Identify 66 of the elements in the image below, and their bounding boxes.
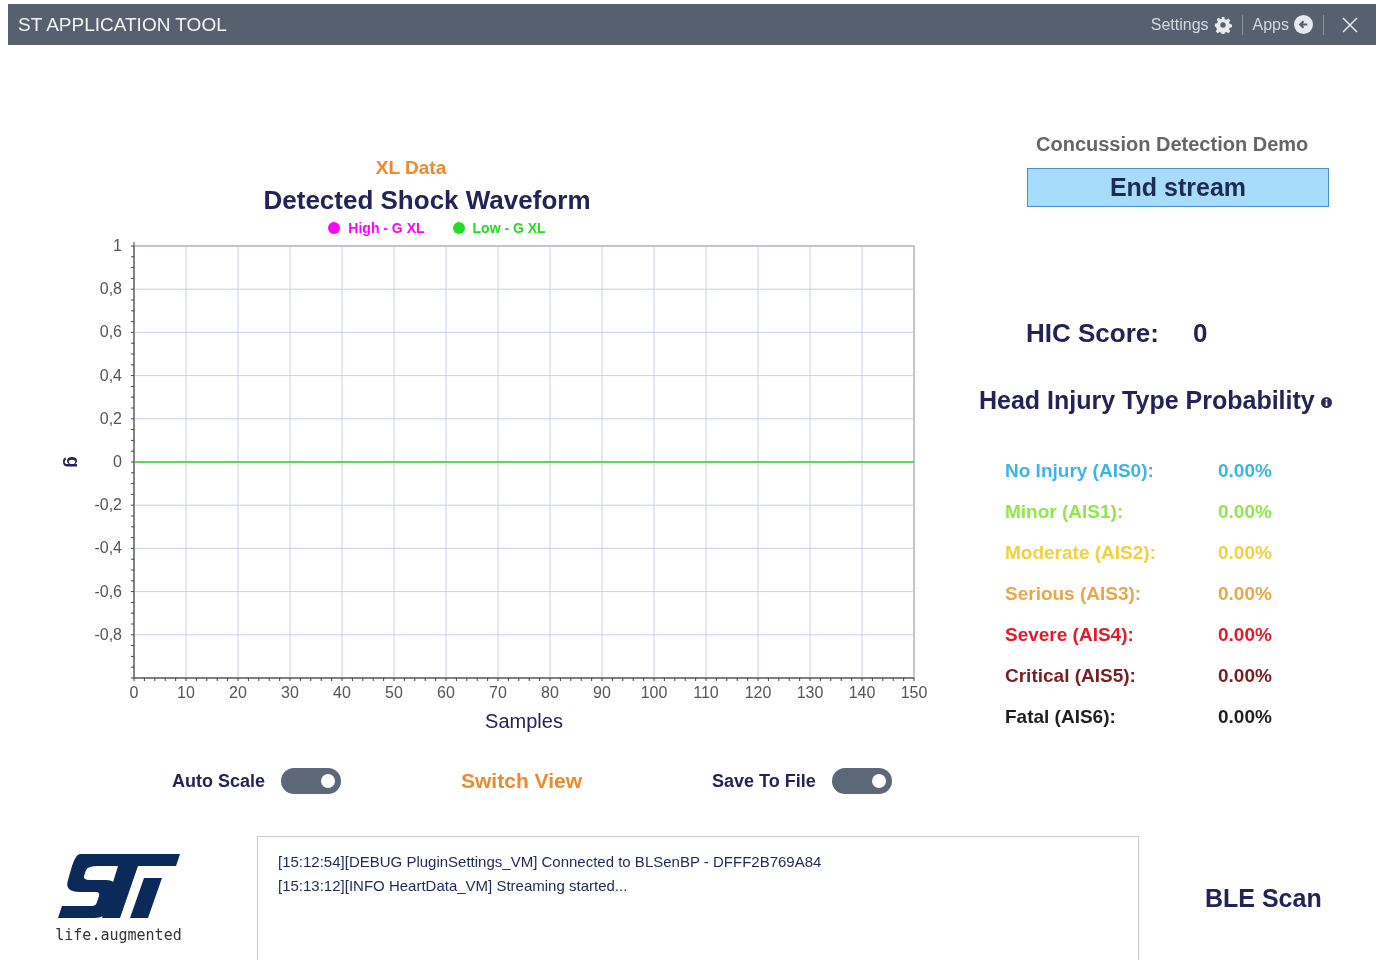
x-tick-label: 50 — [385, 684, 403, 701]
y-tick-label: -0,2 — [94, 496, 122, 514]
y-tick-label: 0,2 — [99, 409, 122, 427]
toggle-switch[interactable] — [281, 768, 342, 794]
y-tick-label: 0,4 — [99, 366, 122, 384]
chart-title: Detected Shock Waveform — [262, 185, 592, 216]
y-tick-label: 0,6 — [99, 323, 122, 341]
ble-scan-button[interactable]: BLE Scan — [1205, 884, 1322, 913]
x-tick-label: 150 — [900, 684, 928, 701]
x-tick-label: 20 — [229, 684, 247, 701]
injury-probability: 0.00% — [1218, 706, 1273, 728]
injury-label: Critical (AIS5): — [1005, 665, 1137, 687]
x-tick-label: 0 — [129, 684, 139, 701]
y-tick-label: -0,8 — [94, 625, 122, 643]
x-tick-label: 80 — [541, 684, 559, 701]
settings-button[interactable]: Settings — [1150, 15, 1232, 34]
y-tick-label: 0,8 — [99, 280, 122, 298]
injury-probability: 0.00% — [1218, 542, 1273, 564]
settings-icon — [1213, 15, 1232, 34]
y-tick-label: -0,6 — [94, 582, 122, 600]
st-logo-icon — [57, 854, 180, 920]
injury-label: Minor (AIS1): — [1005, 501, 1125, 523]
x-tick-label: 10 — [177, 684, 195, 701]
x-tick-label: 40 — [333, 684, 351, 701]
injury-label: Moderate (AIS2): — [1005, 542, 1157, 564]
injury-probability: 0.00% — [1218, 665, 1273, 687]
toggle-switch[interactable] — [831, 768, 892, 794]
x-tick-label: 130 — [796, 684, 824, 701]
probability-title: Head Injury Type Probability — [979, 386, 1315, 415]
hic-value: 0 — [1192, 318, 1208, 349]
x-tick-label: 90 — [593, 684, 611, 701]
injury-probability: 0.00% — [1218, 460, 1273, 482]
x-tick-label: 140 — [848, 684, 876, 701]
injury-label: Severe (AIS4): — [1005, 624, 1135, 646]
y-tick-label: 0 — [113, 453, 122, 470]
x-tick-label: 110 — [693, 684, 719, 701]
info-icon — [1320, 397, 1332, 408]
injury-label: No Injury (AIS0): — [1005, 460, 1155, 482]
logo-tagline: life.augmented — [55, 926, 182, 944]
x-axis-label: Samples — [484, 710, 564, 733]
x-tick-label: 70 — [489, 684, 507, 701]
y-axis-label: g — [63, 456, 84, 468]
end-stream-button[interactable]: End stream — [1027, 168, 1329, 207]
log-line: [15:13:12][INFO HeartData_VM] Streaming started... — [278, 877, 629, 894]
toggle-label: Auto Scale — [172, 770, 266, 792]
x-tick-label: 120 — [744, 684, 772, 701]
injury-probability: 0.00% — [1218, 501, 1273, 523]
injury-probability: 0.00% — [1218, 624, 1273, 646]
apps-button[interactable]: Apps — [1252, 15, 1313, 34]
y-tick-label: -0,4 — [94, 539, 122, 557]
window-title: ST APPLICATION TOOL — [18, 13, 227, 36]
injury-probability: 0.00% — [1218, 583, 1273, 605]
legend-label: High - G XL — [348, 220, 425, 236]
x-tick-label: 30 — [281, 684, 299, 701]
demo-title: Concussion Detection Demo — [1036, 133, 1310, 156]
switch-view-link[interactable]: Switch View — [461, 769, 583, 793]
chart-overline: XL Data — [374, 157, 448, 179]
legend-label: Low - G XL — [472, 220, 546, 236]
x-tick-label: 60 — [437, 684, 455, 701]
injury-label: Serious (AIS3): — [1005, 583, 1143, 605]
log-line: [15:12:54][DEBUG PluginSettings_VM] Connected to BLSenBP - DFFF2B769A84 — [278, 853, 823, 870]
injury-label: Fatal (AIS6): — [1005, 706, 1117, 728]
hic-label: HIC Score: — [1026, 318, 1159, 349]
toggle-label: Save To File — [712, 770, 816, 792]
y-tick-label: 1 — [113, 237, 122, 254]
x-tick-label: 100 — [640, 684, 668, 701]
